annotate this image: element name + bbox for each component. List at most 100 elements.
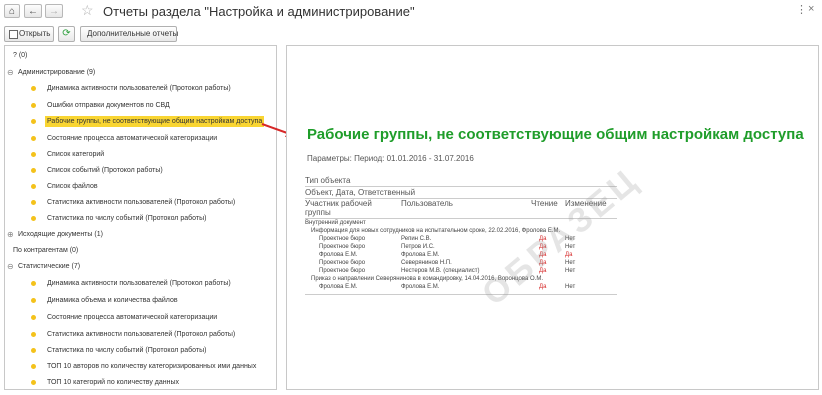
tree-item-stats-5[interactable]: ТОП 10 авторов по количеству категоризир… <box>5 360 276 374</box>
open-button[interactable]: Открыть <box>4 26 54 42</box>
cell-group: Проектное бюро <box>319 260 366 266</box>
tree-item-admin-1[interactable]: Ошибки отправки документов по СВД <box>5 99 276 113</box>
title-bar: ⌂ ← → ☆ Отчеты раздела "Настройка и адми… <box>0 0 822 22</box>
expand-icon[interactable]: ⊕ <box>7 228 14 242</box>
report-item-icon <box>31 103 36 108</box>
cell-user: Нестеров М.В. (специалист) <box>401 268 480 274</box>
back-button[interactable]: ← <box>24 4 42 18</box>
tree-item-stats-1[interactable]: Динамика объема и количества файлов <box>5 294 276 308</box>
tree-group-contractors[interactable]: По контрагентам (0) <box>13 244 78 258</box>
tree-item-admin-8[interactable]: Статистика по числу событий (Протокол ра… <box>5 212 276 226</box>
tree-item-admin-6[interactable]: Список файлов <box>5 180 276 194</box>
report-header-type: Тип объекта <box>305 176 351 185</box>
tree-item-label: Статистика активности пользователей (Про… <box>47 331 236 338</box>
report-item-icon <box>31 364 36 369</box>
report-section: Внутренний документ <box>305 220 366 226</box>
tree-item-label: Состояние процесса автоматической катего… <box>47 314 218 321</box>
report-item-icon <box>31 168 36 173</box>
column-group-label-1: Участник рабочей <box>305 199 372 208</box>
cell-read: Да <box>539 284 547 290</box>
refresh-button[interactable]: ⟳ <box>58 26 75 42</box>
tree-item-label: Список категорий <box>47 151 105 158</box>
tree-group-admin[interactable]: ⊖ Администрирование (9) <box>7 66 95 80</box>
cell-group: Проектное бюро <box>319 236 366 242</box>
column-group-header: Участник рабочей группы <box>305 199 372 217</box>
tree-item-stats-4[interactable]: Статистика по числу событий (Протокол ра… <box>5 344 276 358</box>
tree-group-outgoing[interactable]: ⊕ Исходящие документы (1) <box>7 228 103 242</box>
cell-user: Петров И.С. <box>401 244 435 250</box>
tree-item-admin-2-selected[interactable]: Рабочие группы, не соответствующие общим… <box>5 115 276 129</box>
report-item-icon <box>31 298 36 303</box>
tree-group-label: Администрирование (9) <box>18 69 96 76</box>
tree-item-label: ТОП 10 категорий по количеству данных <box>47 379 180 386</box>
tree-item-label: ТОП 10 авторов по количеству категоризир… <box>47 363 257 370</box>
tree-item-unknown[interactable]: ? (0) <box>13 49 27 63</box>
toolbar: Открыть ⟳ Дополнительные отчеты <box>0 26 822 42</box>
tree-item-stats-2[interactable]: Состояние процесса автоматической катего… <box>5 311 276 325</box>
tree-item-label: Состояние процесса автоматической катего… <box>47 135 218 142</box>
tree-item-admin-3[interactable]: Состояние процесса автоматической катего… <box>5 132 276 146</box>
divider <box>305 294 617 295</box>
column-user-header: Пользователь <box>401 199 453 208</box>
favorite-star-icon[interactable]: ☆ <box>81 2 94 18</box>
collapse-icon[interactable]: ⊖ <box>7 260 14 274</box>
tree-item-label: Ошибки отправки документов по СВД <box>47 102 170 109</box>
report-item-icon <box>31 184 36 189</box>
tree-item-admin-0[interactable]: Динамика активности пользователей (Прото… <box>5 82 276 96</box>
open-button-label: Открыть <box>19 29 51 38</box>
report-item-icon <box>31 315 36 320</box>
report-item-icon <box>31 380 36 385</box>
more-menu-icon[interactable]: ⋮ <box>796 3 807 16</box>
table-row: Фролова Е.М. Фролова Е.М. Да Нет <box>319 284 619 290</box>
cell-group: Проектное бюро <box>319 268 366 274</box>
forward-button[interactable]: → <box>45 4 63 18</box>
cell-user: Фролова Е.М. <box>401 284 440 290</box>
table-row: Проектное бюро Нестеров М.В. (специалист… <box>319 268 619 274</box>
report-tree: ? (0) ⊖ Администрирование (9) Динамика а… <box>4 45 277 390</box>
tree-item-label: Динамика активности пользователей (Прото… <box>47 85 231 92</box>
tree-item-stats-3[interactable]: Статистика активности пользователей (Про… <box>5 328 276 342</box>
tree-item-label: Рабочие группы, не соответствующие общим… <box>45 116 265 127</box>
collapse-icon[interactable]: ⊖ <box>7 66 14 80</box>
table-row: Проектное бюро Северянинов Н.П. Да Нет <box>319 260 619 266</box>
open-report-icon <box>9 30 18 39</box>
tree-group-label: Исходящие документы (1) <box>18 231 103 238</box>
cell-user: Фролова Е.М. <box>401 252 440 258</box>
tree-item-label: Динамика объема и количества файлов <box>47 297 178 304</box>
cell-group: Фролова Е.М. <box>319 284 358 290</box>
report-document-row: Информация для новых сотрудников на испы… <box>311 228 561 234</box>
refresh-icon: ⟳ <box>62 28 71 39</box>
tree-item-label: Динамика активности пользователей (Прото… <box>47 280 231 287</box>
tree-item-admin-7[interactable]: Статистика активности пользователей (Про… <box>5 196 276 210</box>
tree-item-admin-5[interactable]: Список событий (Протокол работы) <box>5 164 276 178</box>
arrow-left-icon: ← <box>28 6 38 17</box>
report-item-icon <box>31 119 36 124</box>
report-item-icon <box>31 86 36 91</box>
report-item-icon <box>31 216 36 221</box>
cell-group: Проектное бюро <box>319 244 366 250</box>
tree-item-stats-6[interactable]: ТОП 10 категорий по количеству данных <box>5 376 276 389</box>
report-header-object: Объект, Дата, Ответственный <box>305 188 416 197</box>
tree-item-stats-0[interactable]: Динамика активности пользователей (Прото… <box>5 277 276 291</box>
page-title: Отчеты раздела "Настройка и администриро… <box>103 4 415 19</box>
column-read-header: Чтение <box>531 199 558 208</box>
cell-group: Фролова Е.М. <box>319 252 358 258</box>
report-item-icon <box>31 332 36 337</box>
cell-change: Нет <box>565 284 576 290</box>
report-item-icon <box>31 136 36 141</box>
report-title: Рабочие группы, не соответствующие общим… <box>307 126 804 143</box>
table-row: Фролова Е.М. Фролова Е.М. Да Да <box>319 252 619 258</box>
report-item-icon <box>31 200 36 205</box>
tree-item-label: ? (0) <box>13 52 28 59</box>
tree-item-admin-4[interactable]: Список категорий <box>5 148 276 162</box>
tree-item-label: Статистика по числу событий (Протокол ра… <box>47 347 207 354</box>
extra-reports-button[interactable]: Дополнительные отчеты <box>80 26 178 42</box>
close-icon[interactable]: × <box>808 3 814 15</box>
report-item-icon <box>31 281 36 286</box>
report-item-icon <box>31 152 36 157</box>
home-button[interactable]: ⌂ <box>4 4 20 18</box>
tree-group-label: По контрагентам (0) <box>13 247 79 254</box>
column-group-label-2: группы <box>305 208 331 217</box>
tree-group-stats[interactable]: ⊖ Статистические (7) <box>7 260 80 274</box>
cell-change: Нет <box>565 268 576 274</box>
